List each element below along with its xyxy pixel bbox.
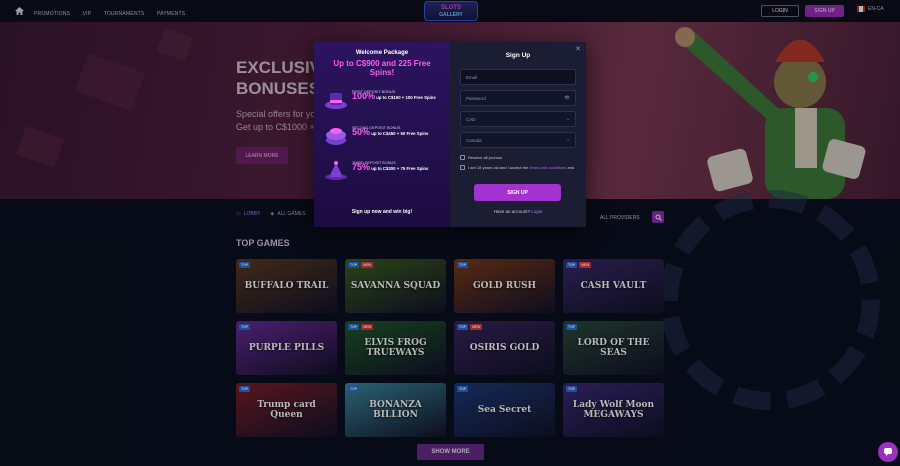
terms-suffix: and	[567, 165, 575, 170]
hat-icon	[325, 93, 347, 109]
password-field[interactable]: Password 👁	[460, 90, 576, 106]
terms-link[interactable]: terms and conditions	[529, 165, 566, 170]
chat-button[interactable]	[878, 442, 898, 462]
page: PROMOTIONS VIP TOURNAMENTS PAYMENTS SLOT…	[0, 0, 900, 466]
signup-form-title: Sign Up	[505, 52, 531, 59]
promo-footer: Sign up now and win big!	[351, 209, 413, 215]
chips-icon	[326, 128, 346, 145]
chevron-down-icon: ⌄	[566, 116, 570, 121]
bonus-second: SECOND DEPOSIT BONUS 50% up to C$450 + 5…	[324, 126, 444, 146]
bonus-third-percent: 75%	[352, 162, 371, 172]
bonus-first-text: up to C$150 + 100 Free Spins	[376, 95, 436, 100]
promo-heading: Welcome Package	[355, 50, 409, 56]
terms-checkbox[interactable]	[460, 165, 465, 170]
password-placeholder: Password	[466, 95, 486, 101]
email-field[interactable]: Email	[460, 69, 576, 85]
terms-prefix: I am 18 years old and I accept the	[468, 165, 529, 170]
eye-icon[interactable]: 👁	[564, 95, 570, 101]
signup-modal: Welcome Package Up to C$900 and 225 Free…	[314, 42, 586, 227]
signup-submit-button[interactable]: SIGN UP	[474, 184, 561, 201]
promos-checkbox-row: Receive all promos	[460, 155, 580, 160]
login-link[interactable]: Login	[531, 209, 542, 214]
terms-checkbox-label: I am 18 years old and I accept the terms…	[468, 165, 574, 170]
magic-hat-icon	[325, 161, 347, 180]
email-placeholder: Email	[466, 74, 478, 80]
promos-checkbox-label: Receive all promos	[468, 155, 503, 160]
bonus-second-text: up to C$450 + 50 Free Spins	[371, 131, 429, 136]
bonus-third: THIRD DEPOSIT BONUS 75% up to C$300 + 75…	[324, 161, 444, 181]
welcome-package-panel: Welcome Package Up to C$900 and 225 Free…	[314, 42, 450, 227]
close-icon[interactable]: ✕	[575, 45, 581, 53]
promo-headline: Up to C$900 and 225 Free Spins!	[333, 59, 431, 77]
bonus-third-text: up to C$300 + 75 Free Spins	[371, 166, 429, 171]
terms-checkbox-row: I am 18 years old and I accept the terms…	[460, 165, 580, 170]
currency-value: CAD	[466, 116, 476, 122]
country-value: Canada	[466, 137, 482, 143]
promos-checkbox[interactable]	[460, 155, 465, 160]
bonus-first-percent: 100%	[352, 91, 376, 101]
bonus-first: FIRST DEPOSIT BONUS 100% up to C$150 + 1…	[324, 90, 444, 110]
have-account-text: Have an account?	[493, 209, 530, 214]
country-select[interactable]: Canada ⌄	[460, 132, 576, 148]
have-account-row: Have an account? Login	[460, 209, 576, 214]
chevron-down-icon: ⌄	[566, 137, 570, 142]
currency-select[interactable]: CAD ⌄	[460, 111, 576, 127]
bonus-second-percent: 50%	[352, 127, 371, 137]
chat-icon	[884, 448, 892, 456]
